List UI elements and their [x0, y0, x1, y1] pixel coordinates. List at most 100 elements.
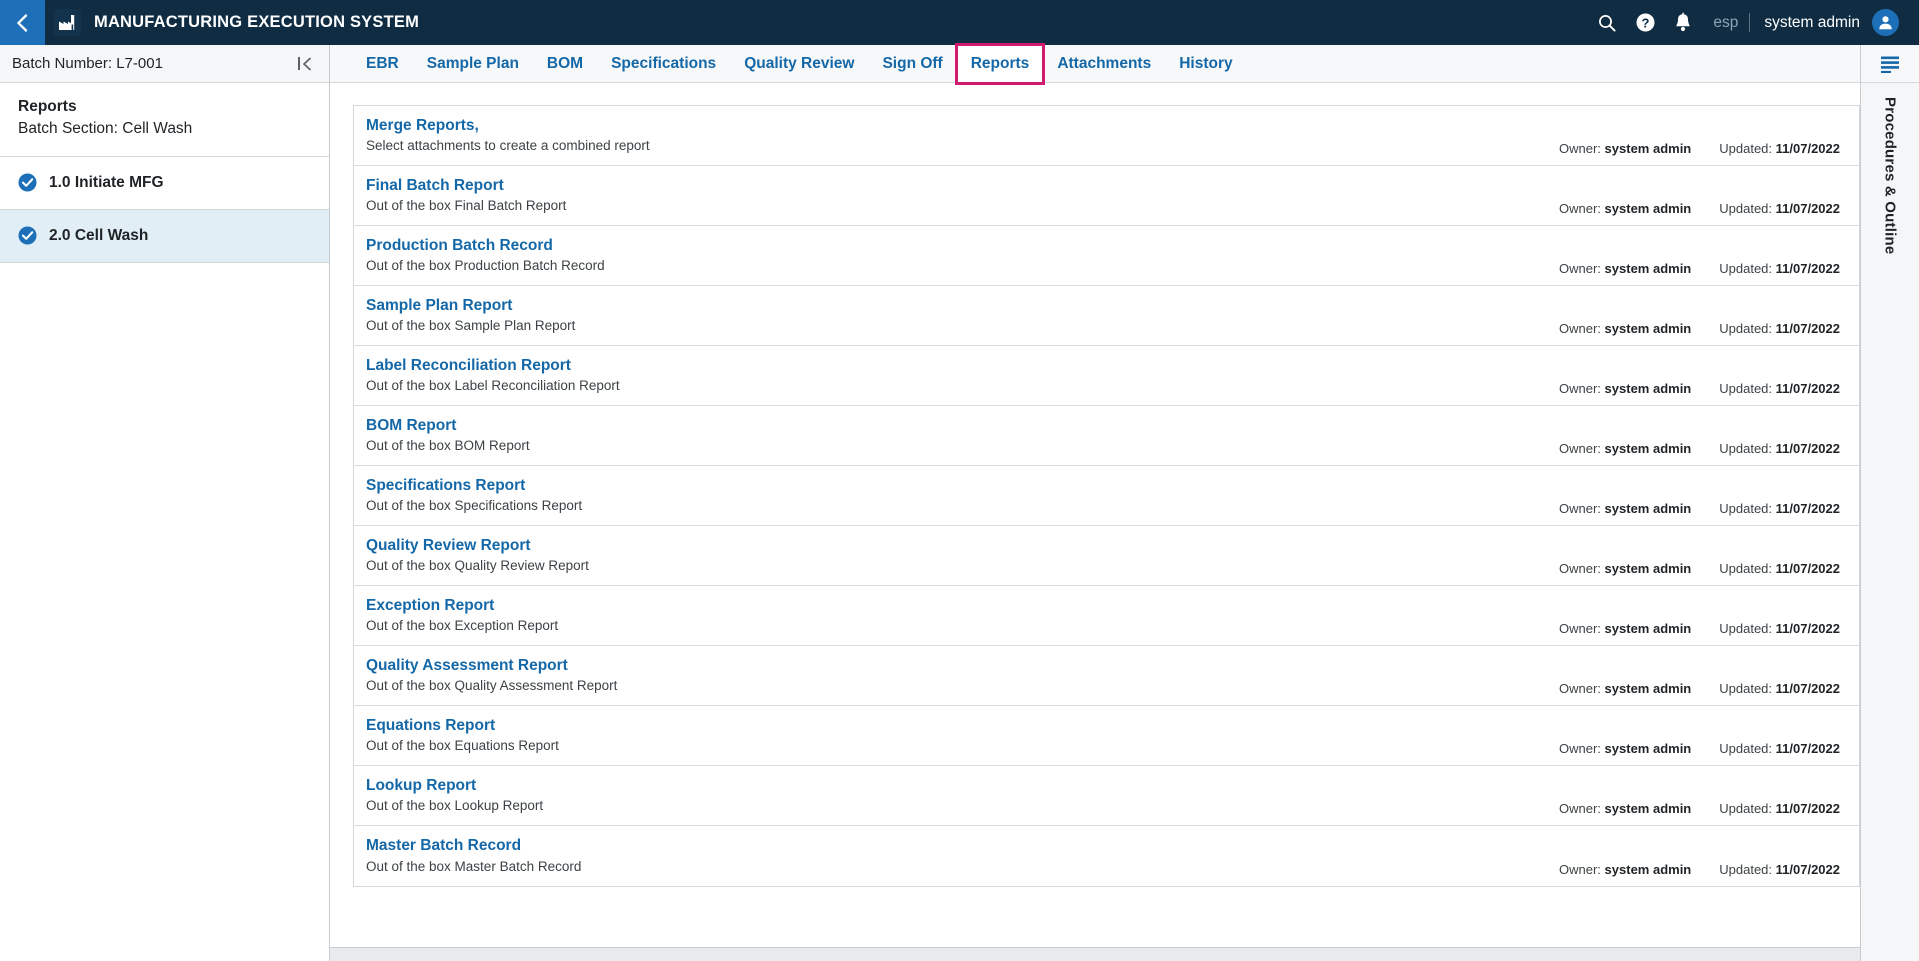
report-updated-prefix: Updated:: [1719, 801, 1773, 816]
report-row[interactable]: Sample Plan Report Out of the box Sample …: [354, 286, 1859, 346]
report-meta: Owner: system admin Updated: 11/07/2022: [1559, 741, 1840, 765]
report-owner-prefix: Owner:: [1559, 801, 1601, 816]
report-owner-value: system admin: [1604, 321, 1692, 336]
procedures-outline-panel[interactable]: Procedures & Outline: [1861, 83, 1919, 961]
report-updated: Updated: 11/07/2022: [1719, 862, 1840, 877]
report-title-link[interactable]: Lookup Report: [366, 777, 543, 796]
report-owner-value: system admin: [1604, 621, 1692, 636]
right-rail: Procedures & Outline: [1860, 45, 1919, 961]
report-title-link[interactable]: Equations Report: [366, 717, 559, 736]
user-avatar[interactable]: [1872, 9, 1899, 36]
report-meta: Owner: system admin Updated: 11/07/2022: [1559, 441, 1840, 465]
report-meta: Owner: system admin Updated: 11/07/2022: [1559, 501, 1840, 525]
report-description: Select attachments to create a combined …: [366, 138, 650, 154]
report-row[interactable]: Quality Assessment Report Out of the box …: [354, 646, 1859, 706]
report-owner: Owner: system admin: [1559, 321, 1691, 336]
report-row-main: Production Batch Record Out of the box Pr…: [366, 237, 605, 275]
hamburger-menu-icon: [1881, 56, 1899, 73]
report-meta: Owner: system admin Updated: 11/07/2022: [1559, 862, 1840, 886]
report-row[interactable]: Master Batch Record Out of the box Master…: [354, 826, 1859, 886]
report-row-main: Master Batch Record Out of the box Master…: [366, 837, 581, 875]
report-row[interactable]: Lookup Report Out of the box Lookup Repor…: [354, 766, 1859, 826]
report-title-link[interactable]: Quality Assessment Report: [366, 657, 617, 676]
app-logo: [54, 9, 81, 36]
report-row[interactable]: Label Reconciliation Report Out of the bo…: [354, 346, 1859, 406]
report-row-main: Exception Report Out of the box Exception…: [366, 597, 558, 635]
sidebar-item-label: 2.0 Cell Wash: [49, 226, 149, 244]
report-updated-prefix: Updated:: [1719, 441, 1773, 456]
report-updated: Updated: 11/07/2022: [1719, 201, 1840, 216]
sidebar-item-initiate-mfg[interactable]: 1.0 Initiate MFG: [0, 156, 329, 210]
report-row-main: Specifications Report Out of the box Spec…: [366, 477, 582, 515]
report-updated-prefix: Updated:: [1719, 501, 1773, 516]
report-row-main: Merge Reports, Select attachments to crea…: [366, 117, 650, 155]
report-row[interactable]: Equations Report Out of the box Equations…: [354, 706, 1859, 766]
tab-specifications[interactable]: Specifications: [597, 45, 730, 83]
user-name-label[interactable]: system admin: [1750, 14, 1872, 32]
report-title-link[interactable]: Quality Review Report: [366, 537, 589, 556]
report-row-main: BOM Report Out of the box BOM Report: [366, 417, 530, 455]
report-updated-value: 11/07/2022: [1775, 441, 1840, 456]
collapse-sidebar-button[interactable]: [294, 55, 317, 73]
tab-bom[interactable]: BOM: [533, 45, 597, 83]
rail-menu-button[interactable]: [1861, 45, 1919, 83]
search-button[interactable]: [1588, 0, 1626, 45]
report-owner-prefix: Owner:: [1559, 501, 1601, 516]
report-row[interactable]: Specifications Report Out of the box Spec…: [354, 466, 1859, 526]
sidebar-item-cell-wash[interactable]: 2.0 Cell Wash: [0, 209, 329, 263]
report-row[interactable]: Final Batch Report Out of the box Final B…: [354, 166, 1859, 226]
report-title-link[interactable]: Master Batch Record: [366, 837, 581, 856]
collapse-panel-icon: [303, 57, 311, 70]
report-owner: Owner: system admin: [1559, 381, 1691, 396]
sidebar-section-title: Reports: [18, 98, 77, 115]
report-meta: Owner: system admin Updated: 11/07/2022: [1559, 321, 1840, 345]
tab-quality-review[interactable]: Quality Review: [730, 45, 868, 83]
tab-attachments[interactable]: Attachments: [1043, 45, 1165, 83]
report-owner-prefix: Owner:: [1559, 381, 1601, 396]
report-owner-value: system admin: [1604, 862, 1692, 877]
main-content-column: EBR Sample Plan BOM Specifications Quality R…: [330, 42, 1860, 961]
report-row[interactable]: Merge Reports, Select attachments to crea…: [354, 106, 1859, 166]
search-icon: [1599, 14, 1616, 32]
report-meta: Owner: system admin Updated: 11/07/2022: [1559, 261, 1840, 285]
report-title-link[interactable]: BOM Report: [366, 417, 530, 436]
report-owner-value: system admin: [1604, 801, 1692, 816]
tab-reports[interactable]: Reports: [954, 42, 1046, 85]
report-row[interactable]: BOM Report Out of the box BOM Report Owner…: [354, 406, 1859, 466]
help-button[interactable]: ?: [1626, 0, 1664, 45]
report-row[interactable]: Production Batch Record Out of the box Pr…: [354, 226, 1859, 286]
notifications-button[interactable]: [1664, 0, 1702, 45]
back-button[interactable]: [0, 0, 45, 45]
report-title-link[interactable]: Exception Report: [366, 597, 558, 616]
report-row[interactable]: Exception Report Out of the box Exception…: [354, 586, 1859, 646]
report-updated-prefix: Updated:: [1719, 201, 1773, 216]
sidebar-section-subtitle: Batch Section: Cell Wash: [18, 120, 193, 138]
report-title-link[interactable]: Merge Reports,: [366, 117, 650, 136]
report-title-link[interactable]: Production Batch Record: [366, 237, 605, 256]
report-owner-value: system admin: [1604, 261, 1692, 276]
report-title-link[interactable]: Label Reconciliation Report: [366, 357, 620, 376]
report-title-link[interactable]: Final Batch Report: [366, 177, 566, 196]
report-owner-value: system admin: [1604, 201, 1692, 216]
report-updated: Updated: 11/07/2022: [1719, 381, 1840, 396]
report-updated: Updated: 11/07/2022: [1719, 321, 1840, 336]
report-updated-value: 11/07/2022: [1775, 321, 1840, 336]
user-avatar-icon: [1879, 16, 1892, 30]
tab-history[interactable]: History: [1165, 45, 1246, 83]
report-updated-prefix: Updated:: [1719, 561, 1773, 576]
svg-text:?: ?: [1641, 15, 1649, 30]
report-title-link[interactable]: Specifications Report: [366, 477, 582, 496]
report-description: Out of the box Equations Report: [366, 738, 559, 754]
report-meta: Owner: system admin Updated: 11/07/2022: [1559, 801, 1840, 825]
tab-sample-plan[interactable]: Sample Plan: [413, 45, 533, 83]
tab-sign-off[interactable]: Sign Off: [868, 45, 956, 83]
tab-ebr[interactable]: EBR: [352, 45, 413, 83]
report-updated: Updated: 11/07/2022: [1719, 561, 1840, 576]
report-owner: Owner: system admin: [1559, 681, 1691, 696]
language-selector[interactable]: esp: [1702, 14, 1749, 32]
report-owner-prefix: Owner:: [1559, 141, 1601, 156]
report-description: Out of the box Master Batch Record: [366, 858, 582, 874]
report-description: Out of the box Lookup Report: [366, 798, 544, 814]
report-row[interactable]: Quality Review Report Out of the box Qual…: [354, 526, 1859, 586]
report-title-link[interactable]: Sample Plan Report: [366, 297, 575, 316]
